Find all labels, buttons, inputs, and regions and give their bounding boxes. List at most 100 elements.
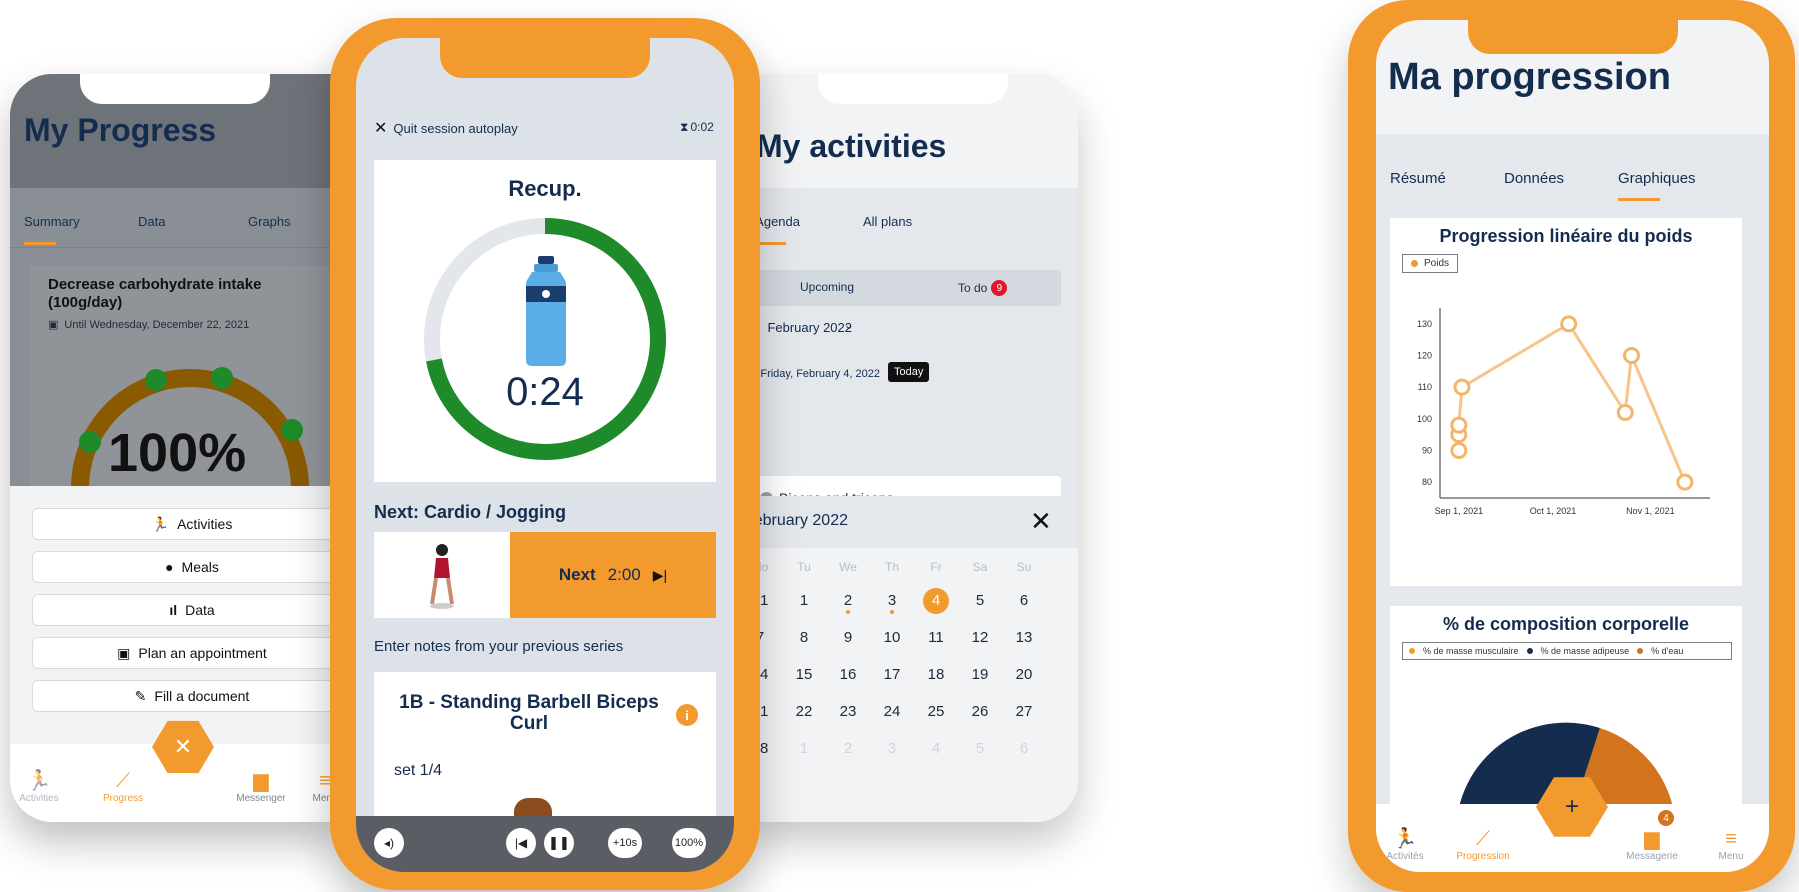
tab-all-plans[interactable]: All plans — [863, 214, 912, 229]
running-icon: 🏃 — [26, 770, 52, 792]
segment-upcoming[interactable]: Upcoming — [800, 280, 854, 294]
calendar-day[interactable]: 11 — [916, 629, 956, 646]
calendar-day[interactable]: 4 — [916, 740, 956, 757]
tab-activities[interactable]: 🏃 Activities — [14, 768, 64, 804]
tab-graphiques[interactable]: Graphiques — [1618, 170, 1696, 187]
legend-swatch — [1409, 648, 1415, 654]
menu-activities-button[interactable]: 🏃 Activities — [32, 508, 340, 540]
calendar-day[interactable]: 6 — [1004, 592, 1044, 609]
legend-swatch — [1637, 648, 1644, 654]
close-icon: ✕ — [173, 734, 193, 759]
y-tick-label: 100 — [1417, 414, 1432, 424]
x-tick-label: Oct 1, 2021 — [1530, 506, 1577, 516]
calendar-day[interactable]: 27 — [1004, 703, 1044, 720]
tab-progression[interactable]: ⟋ Progression — [1448, 828, 1518, 862]
calendar-day[interactable]: 12 — [960, 629, 1000, 646]
weekday-label: We — [839, 560, 857, 574]
legend-label: % de masse musculaire — [1423, 646, 1519, 656]
tab-label: Menu — [1718, 851, 1744, 862]
next-exercise-button[interactable]: Next 2:00 ▶| — [510, 532, 716, 618]
calendar-day[interactable]: 13 — [1004, 629, 1044, 646]
tab-menu[interactable]: ≡ Menu — [1706, 828, 1756, 862]
active-tab-indicator — [24, 242, 56, 245]
phone-notch — [440, 38, 650, 78]
calendar-day[interactable]: 25 — [916, 703, 956, 720]
data-point — [1450, 442, 1468, 459]
calendar-day[interactable]: 10 — [872, 629, 912, 646]
close-icon[interactable]: ✕ — [1030, 506, 1052, 537]
month-select[interactable]: February 2022 — [748, 320, 852, 335]
chart-title: % de composition corporelle — [1442, 614, 1690, 634]
bottom-tab-bar: 🏃 Activités ⟋ Progression + ▆ Messagerie 4 … — [1376, 777, 1769, 872]
chart-legend: Poids — [1402, 254, 1459, 273]
today-badge: Today — [888, 362, 930, 382]
calendar-day[interactable]: 5 — [960, 740, 1000, 757]
calendar-day[interactable]: 26 — [960, 703, 1000, 720]
previous-button[interactable]: |◀ — [506, 828, 536, 858]
volume-button[interactable]: ◂) — [374, 828, 404, 858]
phone-session-autoplay: ✕ Quit session autoplay ⧗ 0:02 Recup. 0:… — [330, 18, 760, 890]
bottom-tab-bar: 🏃 Activities ⟋ Progress ✕ ▆ Messenger ≡ Menu — [10, 720, 340, 822]
calendar-header: February 2022 ✕ — [748, 496, 1078, 548]
skip-previous-icon: |◀ — [514, 836, 528, 850]
recovery-card: Recup. 0:24 — [374, 160, 716, 482]
session-timer-value: 0:02 — [690, 120, 714, 134]
water-bottle-icon — [526, 256, 566, 366]
calendar-day[interactable]: 3 — [872, 740, 912, 757]
add-10s-button[interactable]: +10s — [608, 828, 642, 858]
calendar-day[interactable]: 2 — [828, 740, 868, 757]
tab-resume[interactable]: Résumé — [1390, 170, 1446, 187]
menu-appointment-button[interactable]: ▣ Plan an appointment — [32, 637, 340, 669]
date-label: Friday, February 4, 2022 — [760, 368, 880, 380]
calendar-day[interactable]: 2 — [828, 592, 868, 614]
menu-meals-button[interactable]: ● Meals — [32, 551, 340, 583]
y-tick-label: 130 — [1417, 319, 1432, 329]
skip-next-icon: ▶| — [652, 566, 668, 583]
y-tick-label: 90 — [1422, 446, 1432, 456]
menu-label: Plan an appointment — [138, 645, 267, 661]
calendar-day[interactable]: 1 — [784, 740, 824, 757]
calendar-day[interactable]: 6 — [1004, 740, 1044, 757]
tab-donnees[interactable]: Données — [1504, 170, 1564, 187]
tab-messagerie[interactable]: ▆ Messagerie — [1620, 826, 1684, 862]
message-icon: ▆ — [253, 770, 269, 792]
calendar-day[interactable]: 9 — [828, 629, 868, 646]
goal-card[interactable]: Decrease carbohydrate intake (100g/day) … — [30, 266, 340, 496]
segment-control: Upcoming To do 9 — [748, 270, 1061, 306]
tab-agenda[interactable]: Agenda — [756, 214, 800, 229]
tab-progress[interactable]: ⟋ Progress — [98, 770, 148, 804]
pause-button[interactable]: ❚❚ — [544, 828, 574, 858]
calendar-day[interactable]: 16 — [828, 666, 868, 683]
calendar-day[interactable]: 5 — [960, 592, 1000, 609]
calendar-day[interactable]: 22 — [784, 703, 824, 720]
quit-session-button[interactable]: ✕ Quit session autoplay — [374, 118, 518, 138]
data-point — [1450, 416, 1468, 434]
bar-chart-icon: ıl — [169, 602, 178, 618]
calendar-day[interactable]: 3 — [872, 592, 912, 614]
calendar-day[interactable]: 24 — [872, 703, 912, 720]
calendar-day[interactable]: 20 — [1004, 666, 1044, 683]
calendar-day[interactable]: 19 — [960, 666, 1000, 683]
tab-graphs[interactable]: Graphs — [248, 214, 291, 229]
segment-todo[interactable]: To do 9 — [958, 280, 1008, 296]
tab-summary[interactable]: Summary — [24, 214, 80, 229]
calendar-day[interactable]: 4 — [916, 588, 956, 614]
speed-button[interactable]: 100% — [672, 828, 706, 858]
tab-label: Messenger — [236, 793, 286, 804]
calendar-day[interactable]: 15 — [784, 666, 824, 683]
calendar-day[interactable]: 23 — [828, 703, 868, 720]
info-icon[interactable]: i — [676, 704, 698, 726]
trend-icon: ⟋ — [1476, 828, 1490, 850]
countdown-value: 0:24 — [506, 370, 584, 414]
menu-data-button[interactable]: ıl Data — [32, 594, 340, 626]
menu-document-button[interactable]: ✎ Fill a document — [32, 680, 340, 712]
tab-activites[interactable]: 🏃 Activités — [1380, 826, 1430, 862]
calendar-day[interactable]: 1 — [784, 592, 824, 609]
calendar-day[interactable]: 18 — [916, 666, 956, 683]
tab-data[interactable]: Data — [138, 214, 165, 229]
data-point — [1623, 347, 1641, 364]
tab-messenger[interactable]: ▆ Messenger — [236, 768, 286, 804]
calendar-day[interactable]: 17 — [872, 666, 912, 683]
next-exercise-label: Next: Cardio / Jogging — [374, 502, 567, 522]
calendar-day[interactable]: 8 — [784, 629, 824, 646]
